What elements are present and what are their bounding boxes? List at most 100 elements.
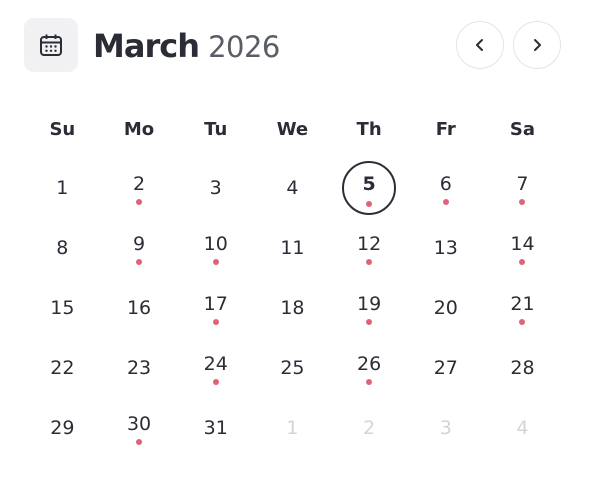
day-cell[interactable]: 10 (189, 221, 243, 275)
event-dot (366, 379, 373, 385)
day-number: 4 (286, 177, 299, 199)
day-cell[interactable]: 13 (419, 221, 473, 275)
month-name: March (93, 27, 200, 65)
day-number: 2 (132, 172, 146, 195)
weekday-label: Sa (509, 118, 536, 140)
day-cell[interactable]: 28 (495, 341, 549, 395)
day-number: 27 (433, 357, 458, 379)
event-dot (366, 319, 373, 325)
day-number: 11 (280, 237, 305, 259)
day-cell[interactable]: 31 (189, 401, 243, 455)
week-row: 22 23 24 25 26 27 28 (24, 338, 561, 398)
weekday-header: Su Mo Tu We Th Fr Sa (24, 100, 561, 158)
day-number: 14 (510, 232, 535, 255)
day-number: 21 (510, 292, 535, 315)
day-cell[interactable]: 4 (265, 161, 319, 215)
day-number: 31 (203, 417, 228, 439)
day-number: 9 (132, 232, 146, 255)
weekday-label: Mo (123, 118, 155, 140)
day-cell[interactable]: 2 (342, 401, 396, 455)
day-number: 4 (516, 417, 529, 439)
day-number: 7 (516, 172, 529, 195)
prev-month-button[interactable] (456, 21, 504, 69)
week-row: 15 16 17 18 19 20 21 (24, 278, 561, 338)
month-title: March 2026 (93, 24, 280, 68)
day-number: 25 (280, 357, 305, 379)
calendar-icon (24, 18, 78, 72)
event-dot (136, 259, 143, 265)
day-number: 30 (126, 412, 152, 435)
day-cell[interactable]: 1 (35, 161, 89, 215)
day-cell[interactable]: 11 (265, 221, 319, 275)
day-cell[interactable]: 17 (189, 281, 243, 335)
day-cell[interactable]: 1 (265, 401, 319, 455)
day-cell[interactable]: 9 (112, 221, 166, 275)
day-cell[interactable]: 8 (35, 221, 89, 275)
day-cell[interactable]: 4 (495, 401, 549, 455)
day-cell[interactable]: 16 (112, 281, 166, 335)
day-cell[interactable]: 19 (342, 281, 396, 335)
day-number: 5 (362, 172, 376, 195)
weekday-label: Fr (435, 118, 456, 140)
day-number: 12 (357, 232, 382, 255)
day-cell[interactable]: 21 (495, 281, 549, 335)
event-dot (519, 259, 526, 265)
day-number: 8 (56, 237, 69, 259)
day-cell[interactable]: 2 (112, 161, 166, 215)
day-number: 15 (50, 297, 75, 319)
event-dot (212, 379, 219, 385)
day-cell[interactable]: 3 (189, 161, 243, 215)
event-dot (519, 199, 526, 205)
week-row: 29 30 31 1 2 3 4 (24, 398, 561, 458)
day-cell[interactable]: 15 (35, 281, 89, 335)
event-dot (212, 259, 219, 265)
day-number: 10 (203, 232, 228, 255)
day-number: 20 (433, 297, 458, 319)
year-label: 2026 (208, 30, 280, 64)
day-number: 18 (280, 297, 305, 319)
day-cell[interactable]: 7 (495, 161, 549, 215)
day-cell[interactable]: 23 (112, 341, 166, 395)
day-cell[interactable]: 12 (342, 221, 396, 275)
day-number: 3 (209, 177, 222, 199)
day-number: 24 (203, 352, 228, 375)
event-dot (442, 199, 449, 205)
day-cell[interactable]: 26 (342, 341, 396, 395)
day-number: 19 (357, 292, 382, 315)
day-cell[interactable]: 24 (189, 341, 243, 395)
day-number: 23 (126, 357, 152, 379)
day-cell[interactable]: 29 (35, 401, 89, 455)
day-cell[interactable]: 3 (419, 401, 473, 455)
day-cell[interactable]: 30 (112, 401, 166, 455)
day-cell[interactable]: 22 (35, 341, 89, 395)
day-number: 1 (56, 177, 69, 199)
event-dot (519, 319, 526, 325)
day-cell-selected[interactable]: 5 (342, 161, 397, 215)
event-dot (136, 199, 143, 205)
chevron-left-icon (476, 39, 483, 51)
event-dot (136, 439, 143, 445)
day-number: 3 (439, 417, 452, 439)
day-cell[interactable]: 20 (419, 281, 473, 335)
day-cell[interactable]: 6 (419, 161, 473, 215)
day-cell[interactable]: 14 (495, 221, 549, 275)
day-number: 29 (50, 417, 75, 439)
day-cell[interactable]: 18 (265, 281, 319, 335)
event-dot (366, 201, 373, 207)
day-number: 16 (126, 297, 152, 319)
event-dot (366, 259, 373, 265)
day-cell[interactable]: 25 (265, 341, 319, 395)
day-cell[interactable]: 27 (419, 341, 473, 395)
next-month-button[interactable] (513, 21, 561, 69)
event-dot (212, 319, 219, 325)
calendar-grid: Su Mo Tu We Th Fr Sa 1 2 3 4 5 6 7 8 9 1… (24, 100, 561, 458)
day-number: 28 (510, 357, 535, 379)
day-number: 22 (50, 357, 75, 379)
weekday-label: Th (356, 118, 382, 140)
weekday-label: We (276, 118, 309, 140)
day-number: 1 (286, 417, 299, 439)
week-row: 8 9 10 11 12 13 14 (24, 218, 561, 278)
day-number: 26 (357, 352, 382, 375)
day-number: 17 (203, 292, 228, 315)
weekday-label: Tu (204, 118, 228, 140)
